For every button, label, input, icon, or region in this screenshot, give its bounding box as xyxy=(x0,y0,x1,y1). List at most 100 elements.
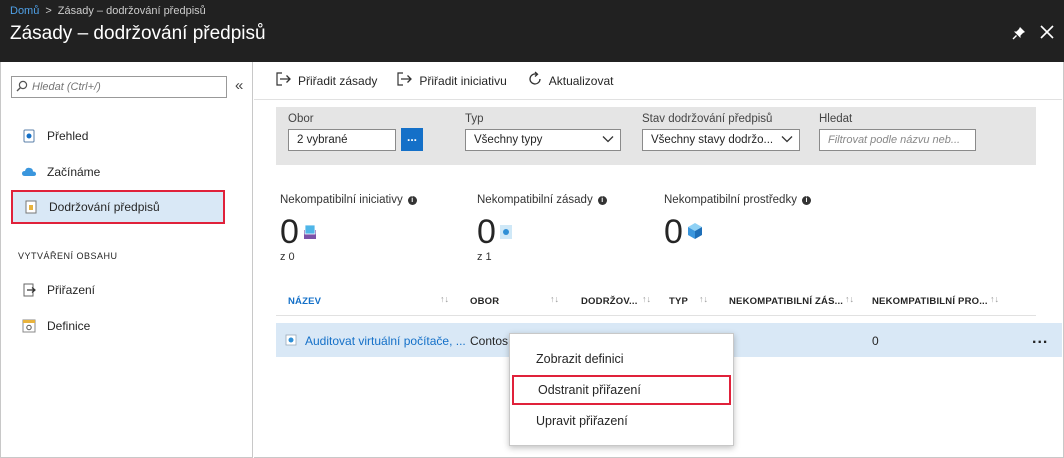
stat-sub: z 1 xyxy=(477,251,492,263)
scope-picker-button[interactable]: ... xyxy=(401,128,423,151)
sidebar-item-compliance[interactable]: Dodržování předpisů xyxy=(11,190,225,224)
menu-item-delete-assignment[interactable]: Odstranit přiřazení xyxy=(512,375,731,405)
assignment-icon xyxy=(21,282,37,298)
compliance-state-dropdown[interactable]: Všechny stavy dodržo... xyxy=(642,129,800,151)
info-icon: i xyxy=(597,195,607,205)
assign-initiative-label: Přiřadit iniciativu xyxy=(419,73,507,88)
page-title: Zásady – dodržování předpisů xyxy=(10,23,266,44)
sidebar-item-overview[interactable]: Přehled xyxy=(11,119,225,153)
table-header: NÁZEV ↑↓ OBOR ↑↓ DODRŽOV... ↑↓ TYP ↑↓ NE… xyxy=(276,288,1036,316)
breadcrumb: Domů > Zásady – dodržování předpisů xyxy=(10,5,206,17)
info-icon: i xyxy=(407,195,417,205)
breadcrumb-current: Zásady – dodržování předpisů xyxy=(57,5,206,17)
sidebar-item-label: Přiřazení xyxy=(47,283,96,297)
filter-panel: Obor 2 vybrané ... Typ Všechny typy Stav… xyxy=(276,107,1036,165)
column-header-scope[interactable]: OBOR xyxy=(470,296,499,307)
stat-value: 0 xyxy=(280,213,299,251)
compliance-icon xyxy=(23,199,39,215)
sort-icon[interactable]: ↑↓ xyxy=(440,294,449,304)
scope-field[interactable]: 2 vybrané xyxy=(288,129,396,151)
compliance-state-label: Stav dodržování předpisů xyxy=(642,113,773,125)
collapse-sidebar-button[interactable]: « xyxy=(235,77,243,94)
assign-policy-button[interactable]: Přiřadit zásady xyxy=(276,72,377,89)
sidebar-item-definitions[interactable]: Definice xyxy=(11,309,225,343)
refresh-icon xyxy=(527,71,543,90)
row-noncompliant-resources: 0 xyxy=(872,334,879,348)
sidebar-item-getting-started[interactable]: Začínáme xyxy=(11,155,225,189)
chevron-down-icon xyxy=(602,133,614,148)
column-header-type[interactable]: TYP xyxy=(669,296,688,307)
policy-row-icon xyxy=(285,334,297,349)
stat-label-text: Nekompatibilní iniciativy xyxy=(280,194,403,206)
column-header-compliance[interactable]: DODRŽOV... xyxy=(581,296,638,307)
sidebar-item-label: Přehled xyxy=(47,129,89,143)
blade-header: Domů > Zásady – dodržování předpisů Zása… xyxy=(0,0,1064,62)
sort-icon[interactable]: ↑↓ xyxy=(845,294,854,304)
chevron-down-icon xyxy=(781,133,793,148)
search-icon xyxy=(12,80,32,95)
assign-icon xyxy=(276,72,292,89)
refresh-button[interactable]: Aktualizovat xyxy=(527,71,614,90)
sidebar-item-label: Definice xyxy=(47,319,91,333)
column-header-name[interactable]: NÁZEV xyxy=(288,296,321,307)
sidebar-item-label: Dodržování předpisů xyxy=(49,200,160,214)
cloud-icon xyxy=(21,164,37,180)
close-icon[interactable] xyxy=(1040,23,1058,43)
assign-icon xyxy=(397,72,413,89)
type-value: Všechny typy xyxy=(474,134,543,146)
sidebar-item-assignments[interactable]: Přiřazení xyxy=(11,273,225,307)
stat-sub: z 0 xyxy=(280,251,295,263)
stat-value-row: 0 xyxy=(280,212,417,249)
sort-icon[interactable]: ↑↓ xyxy=(990,294,999,304)
stat-label-text: Nekompatibilní prostředky xyxy=(664,194,797,206)
section-title-authoring: VYTVÁŘENÍ OBSAHU xyxy=(18,251,118,261)
sort-icon[interactable]: ↑↓ xyxy=(699,294,708,304)
stat-noncompliant-policies[interactable]: Nekompatibilní zásady i 0 z 1 xyxy=(477,194,607,263)
filter-search-input[interactable]: Filtrovat podle názvu neb... xyxy=(819,129,976,151)
resource-cube-icon xyxy=(686,212,704,246)
overview-icon xyxy=(21,128,37,144)
scope-value: 2 vybrané xyxy=(297,134,348,146)
row-scope: Contos xyxy=(470,334,509,348)
filter-search-label: Hledat xyxy=(819,113,853,125)
stat-label: Nekompatibilní iniciativy i xyxy=(280,194,417,206)
pin-icon[interactable] xyxy=(1012,26,1028,42)
stat-value: 0 xyxy=(477,213,496,251)
definition-icon xyxy=(21,318,37,334)
menu-item-edit-assignment[interactable]: Upravit přiřazení xyxy=(512,406,731,436)
menu-item-view-definition[interactable]: Zobrazit definici xyxy=(512,344,731,374)
column-header-noncompliant-policies[interactable]: NEKOMPATIBILNÍ ZÁS... xyxy=(729,296,843,307)
stat-value-row: 0 xyxy=(664,212,811,249)
stat-noncompliant-resources[interactable]: Nekompatibilní prostředky i 0 xyxy=(664,194,811,251)
type-dropdown[interactable]: Všechny typy xyxy=(465,129,621,151)
stat-value-row: 0 xyxy=(477,212,607,249)
search-box[interactable] xyxy=(11,76,227,98)
stat-label: Nekompatibilní zásady i xyxy=(477,194,607,206)
filter-search-placeholder: Filtrovat podle názvu neb... xyxy=(828,134,961,146)
column-header-noncompliant-resources[interactable]: NEKOMPATIBILNÍ PRO... xyxy=(872,296,988,307)
breadcrumb-separator: > xyxy=(45,5,52,17)
refresh-label: Aktualizovat xyxy=(548,73,614,88)
stat-noncompliant-initiatives[interactable]: Nekompatibilní iniciativy i 0 z 0 xyxy=(280,194,417,263)
sort-icon[interactable]: ↑↓ xyxy=(550,294,559,304)
info-icon: i xyxy=(801,195,811,205)
context-menu: Zobrazit definici Odstranit přiřazení Up… xyxy=(509,333,734,446)
sidebar-item-label: Začínáme xyxy=(47,165,101,179)
stat-value: 0 xyxy=(664,213,683,251)
stat-label: Nekompatibilní prostředky i xyxy=(664,194,811,206)
breadcrumb-home-link[interactable]: Domů xyxy=(10,5,39,17)
assign-initiative-button[interactable]: Přiřadit iniciativu xyxy=(397,72,507,89)
stat-label-text: Nekompatibilní zásady xyxy=(477,194,593,206)
policy-icon xyxy=(499,212,513,246)
sidebar: « Přehled Začínáme Dodržování předpisů V… xyxy=(0,62,253,458)
scope-label: Obor xyxy=(288,113,314,125)
initiative-icon xyxy=(302,212,318,246)
toolbar: Přiřadit zásady Přiřadit iniciativu Aktu… xyxy=(254,62,1062,100)
assign-policy-label: Přiřadit zásady xyxy=(298,73,378,88)
compliance-state-value: Všechny stavy dodržo... xyxy=(651,134,774,146)
row-more-button[interactable]: ... xyxy=(1032,330,1048,348)
row-name-link[interactable]: Auditovat virtuální počítače, ... xyxy=(305,334,466,348)
type-label: Typ xyxy=(465,113,484,125)
sort-icon[interactable]: ↑↓ xyxy=(642,294,651,304)
search-input[interactable] xyxy=(32,81,222,93)
